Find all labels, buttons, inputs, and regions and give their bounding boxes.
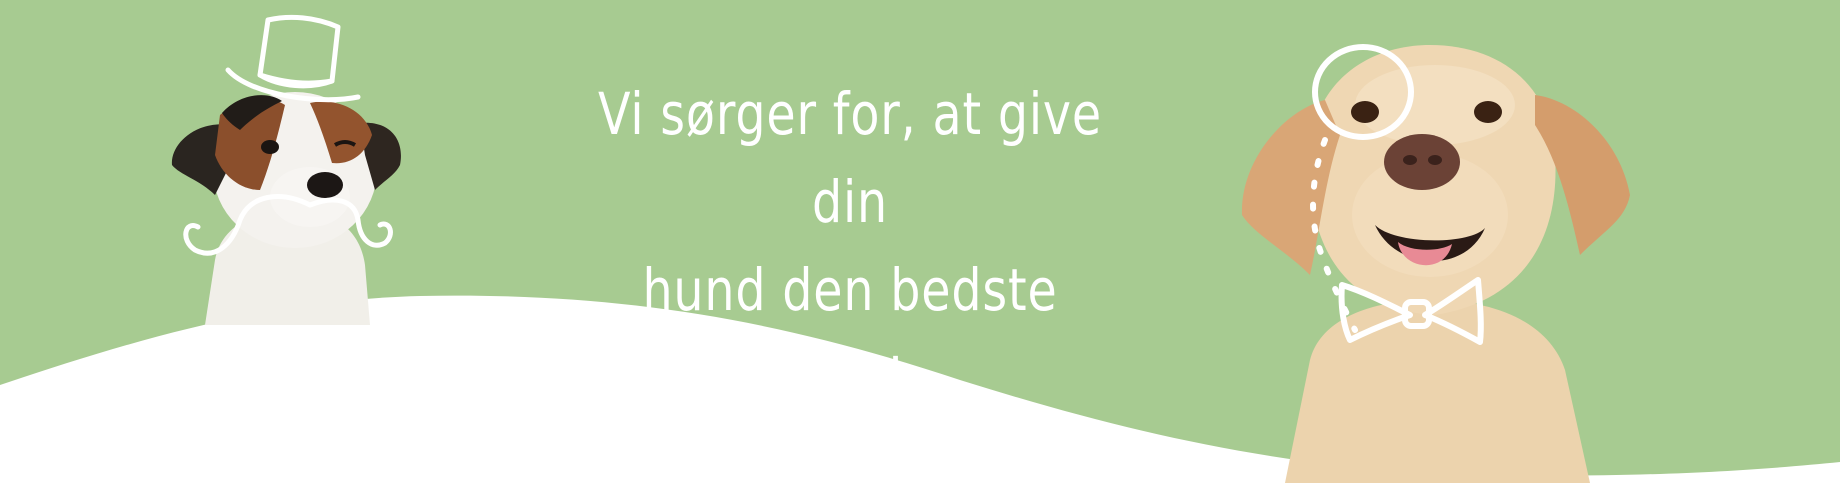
top-hat-icon (225, 14, 361, 103)
labrador-dog (1241, 44, 1630, 483)
headline: Vi sørger for, at give din hund den beds… (579, 70, 1120, 422)
headline-line-2: hund den bedste dag! (642, 256, 1058, 412)
terrier-dog (171, 14, 401, 325)
headline-line-1: Vi sørger for, at give din (598, 80, 1102, 236)
hero-banner: Vi sørger for, at give din hund den beds… (0, 0, 1840, 483)
